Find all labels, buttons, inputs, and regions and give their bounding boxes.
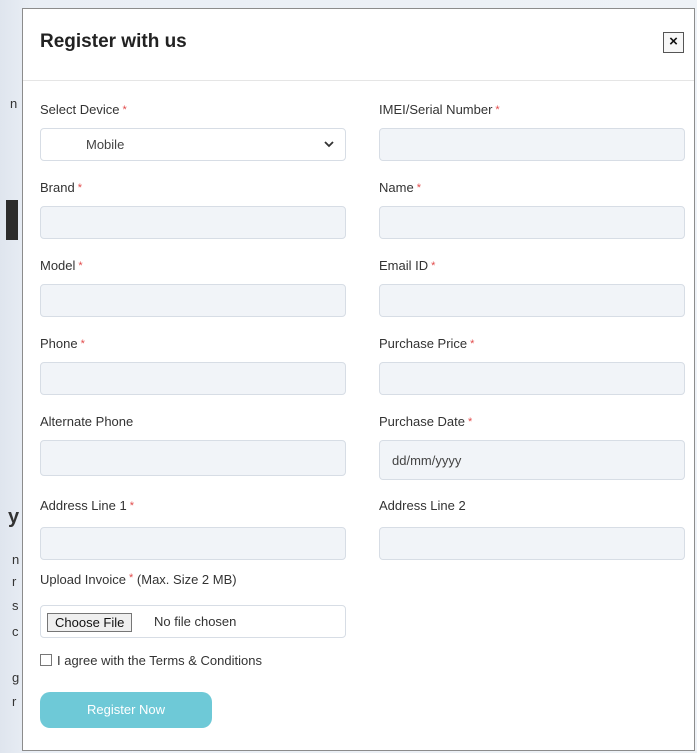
- model-label: Model: [40, 258, 76, 273]
- alternate-phone-label: Alternate Phone: [40, 414, 134, 429]
- choose-file-button[interactable]: Choose File: [47, 613, 133, 632]
- required-marker: *: [129, 500, 135, 512]
- imei-label: IMEI/Serial Number: [379, 102, 493, 117]
- background-dark-block: [6, 200, 18, 240]
- email-label: Email ID: [379, 258, 429, 273]
- purchase-price-label: Purchase Price: [379, 336, 468, 351]
- alternate-phone-field: Alternate Phone: [40, 413, 346, 476]
- select-device-dropdown[interactable]: Mobile: [40, 128, 346, 161]
- purchase-price-field: Purchase Price *: [379, 335, 685, 395]
- address-line-1-field: Address Line 1 *: [40, 497, 346, 560]
- address-line-2-input[interactable]: [379, 527, 685, 560]
- terms-row[interactable]: I agree with the Terms & Conditions: [40, 652, 262, 670]
- file-status-text: No file chosen: [154, 614, 237, 629]
- purchase-date-input[interactable]: [379, 440, 685, 480]
- required-marker: *: [416, 182, 421, 194]
- terms-label: I agree with the Terms & Conditions: [57, 653, 262, 668]
- required-marker: *: [129, 572, 134, 584]
- required-marker: *: [495, 104, 500, 116]
- model-field: Model *: [40, 257, 346, 317]
- email-input[interactable]: [379, 284, 685, 317]
- required-marker: *: [468, 416, 473, 428]
- upload-size-note: (Max. Size 2 MB): [136, 572, 237, 587]
- brand-label: Brand: [40, 180, 75, 195]
- email-field: Email ID *: [379, 257, 685, 317]
- purchase-date-field: Purchase Date *: [379, 413, 685, 480]
- register-modal: Register with us × Select Device * Mobile…: [22, 8, 695, 751]
- model-input[interactable]: [40, 284, 346, 317]
- address-line-2-label: Address Line 2: [379, 498, 466, 513]
- name-field: Name *: [379, 179, 685, 239]
- select-device-label: Select Device: [40, 102, 120, 117]
- phone-label: Phone: [40, 336, 78, 351]
- imei-field: IMEI/Serial Number *: [379, 101, 685, 161]
- select-device-value: Mobile: [86, 137, 125, 152]
- required-marker: *: [78, 260, 83, 272]
- required-marker: *: [80, 338, 85, 350]
- chevron-down-icon: [324, 141, 334, 148]
- address-line-1-input[interactable]: [40, 527, 346, 560]
- upload-invoice-label: Upload Invoice * (Max. Size 2 MB): [40, 572, 237, 587]
- purchase-price-input[interactable]: [379, 362, 685, 395]
- register-now-button[interactable]: Register Now: [40, 692, 212, 728]
- address-line-2-field: Address Line 2: [379, 497, 685, 560]
- required-marker: *: [470, 338, 475, 350]
- invoice-file-input[interactable]: Choose File No file chosen: [40, 605, 346, 638]
- modal-header: Register with us ×: [23, 9, 694, 81]
- modal-title: Register with us: [40, 31, 187, 52]
- brand-field: Brand *: [40, 179, 346, 239]
- imei-input[interactable]: [379, 128, 685, 161]
- required-marker: *: [431, 260, 436, 272]
- close-button[interactable]: ×: [663, 32, 684, 53]
- required-marker: *: [77, 182, 82, 194]
- name-input[interactable]: [379, 206, 685, 239]
- phone-input[interactable]: [40, 362, 346, 395]
- brand-input[interactable]: [40, 206, 346, 239]
- terms-checkbox[interactable]: [40, 654, 52, 666]
- name-label: Name: [379, 180, 414, 195]
- alternate-phone-input[interactable]: [40, 440, 346, 476]
- close-icon: ×: [669, 33, 678, 50]
- select-device-field: Select Device * Mobile: [40, 101, 346, 161]
- phone-field: Phone *: [40, 335, 346, 395]
- purchase-date-label: Purchase Date: [379, 414, 465, 429]
- address-line-1-label: Address Line 1: [40, 498, 127, 513]
- required-marker: *: [122, 104, 127, 116]
